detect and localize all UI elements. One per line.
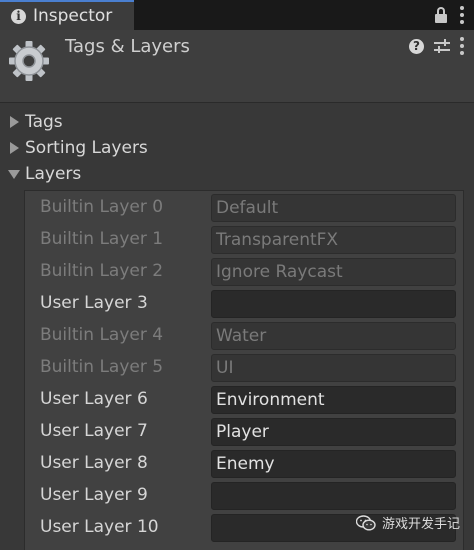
component-menu-icon[interactable] <box>460 37 464 55</box>
tab-label: Inspector <box>33 6 113 26</box>
layer-row: User Layer 7 Player <box>25 415 465 447</box>
foldout-tags[interactable]: Tags <box>0 109 474 135</box>
foldout-tags-label: Tags <box>25 112 63 132</box>
foldout-layers-label: Layers <box>25 164 82 184</box>
lock-icon[interactable] <box>434 7 448 23</box>
kebab-menu-icon[interactable] <box>460 6 464 24</box>
layer-row: Builtin Layer 5 UI <box>25 351 465 383</box>
foldout-sorting-layers[interactable]: Sorting Layers <box>0 135 474 161</box>
component-header: Tags & Layers ? <box>0 30 474 103</box>
info-icon: i <box>11 8 26 24</box>
layer-name-input[interactable]: Player <box>211 418 456 446</box>
layer-label: User Layer 7 <box>40 421 148 441</box>
layer-label: User Layer 6 <box>40 389 148 409</box>
help-icon[interactable]: ? <box>409 38 424 54</box>
layer-name-input[interactable] <box>211 290 456 318</box>
layer-label: Builtin Layer 2 <box>40 261 164 281</box>
layer-name-input[interactable] <box>211 482 456 510</box>
layer-label: Builtin Layer 0 <box>40 197 164 217</box>
layer-row: Builtin Layer 0 Default <box>25 191 465 223</box>
layer-label: User Layer 8 <box>40 453 148 473</box>
layer-name-field: Ignore Raycast <box>211 258 456 286</box>
layer-label: User Layer 9 <box>40 485 148 505</box>
layer-name-field: TransparentFX <box>211 226 456 254</box>
layer-name-input[interactable]: Environment <box>211 386 456 414</box>
layer-row: User Layer 6 Environment <box>25 383 465 415</box>
layer-label: Builtin Layer 5 <box>40 357 164 377</box>
layer-row: User Layer 8 Enemy <box>25 447 465 479</box>
layer-row: Builtin Layer 1 TransparentFX <box>25 223 465 255</box>
layer-name-field: Default <box>211 194 456 222</box>
presets-icon[interactable] <box>434 39 450 53</box>
tab-inspector[interactable]: i Inspector <box>0 0 134 30</box>
layer-name-input[interactable]: Enemy <box>211 450 456 478</box>
watermark-text: 游戏开发手记 <box>381 517 460 532</box>
header-actions: ? <box>409 37 464 55</box>
watermark: 游戏开发手记 <box>355 513 460 532</box>
layer-row: User Layer 3 <box>25 287 465 319</box>
gear-icon <box>9 41 49 81</box>
component-title: Tags & Layers <box>65 36 190 57</box>
layer-row: User Layer 9 <box>25 479 465 511</box>
foldout-sorting-layers-label: Sorting Layers <box>25 138 148 158</box>
layer-label: Builtin Layer 4 <box>40 325 164 345</box>
layer-label: User Layer 10 <box>40 517 159 537</box>
tab-actions <box>434 0 464 30</box>
layer-label: Builtin Layer 1 <box>40 229 164 249</box>
expand-arrow-icon <box>10 116 19 128</box>
collapse-arrow-icon <box>8 169 20 179</box>
layer-row: Builtin Layer 4 Water <box>25 319 465 351</box>
expand-arrow-icon <box>10 142 19 154</box>
layer-name-field: UI <box>211 354 456 382</box>
foldout-layers[interactable]: Layers <box>0 161 474 187</box>
layer-name-field: Water <box>211 322 456 350</box>
tab-bar: i Inspector <box>0 0 474 30</box>
wechat-icon <box>355 514 376 531</box>
layer-label: User Layer 3 <box>40 293 148 313</box>
layers-list: Builtin Layer 0 Default Builtin Layer 1 … <box>24 190 464 550</box>
layer-row: Builtin Layer 2 Ignore Raycast <box>25 255 465 287</box>
